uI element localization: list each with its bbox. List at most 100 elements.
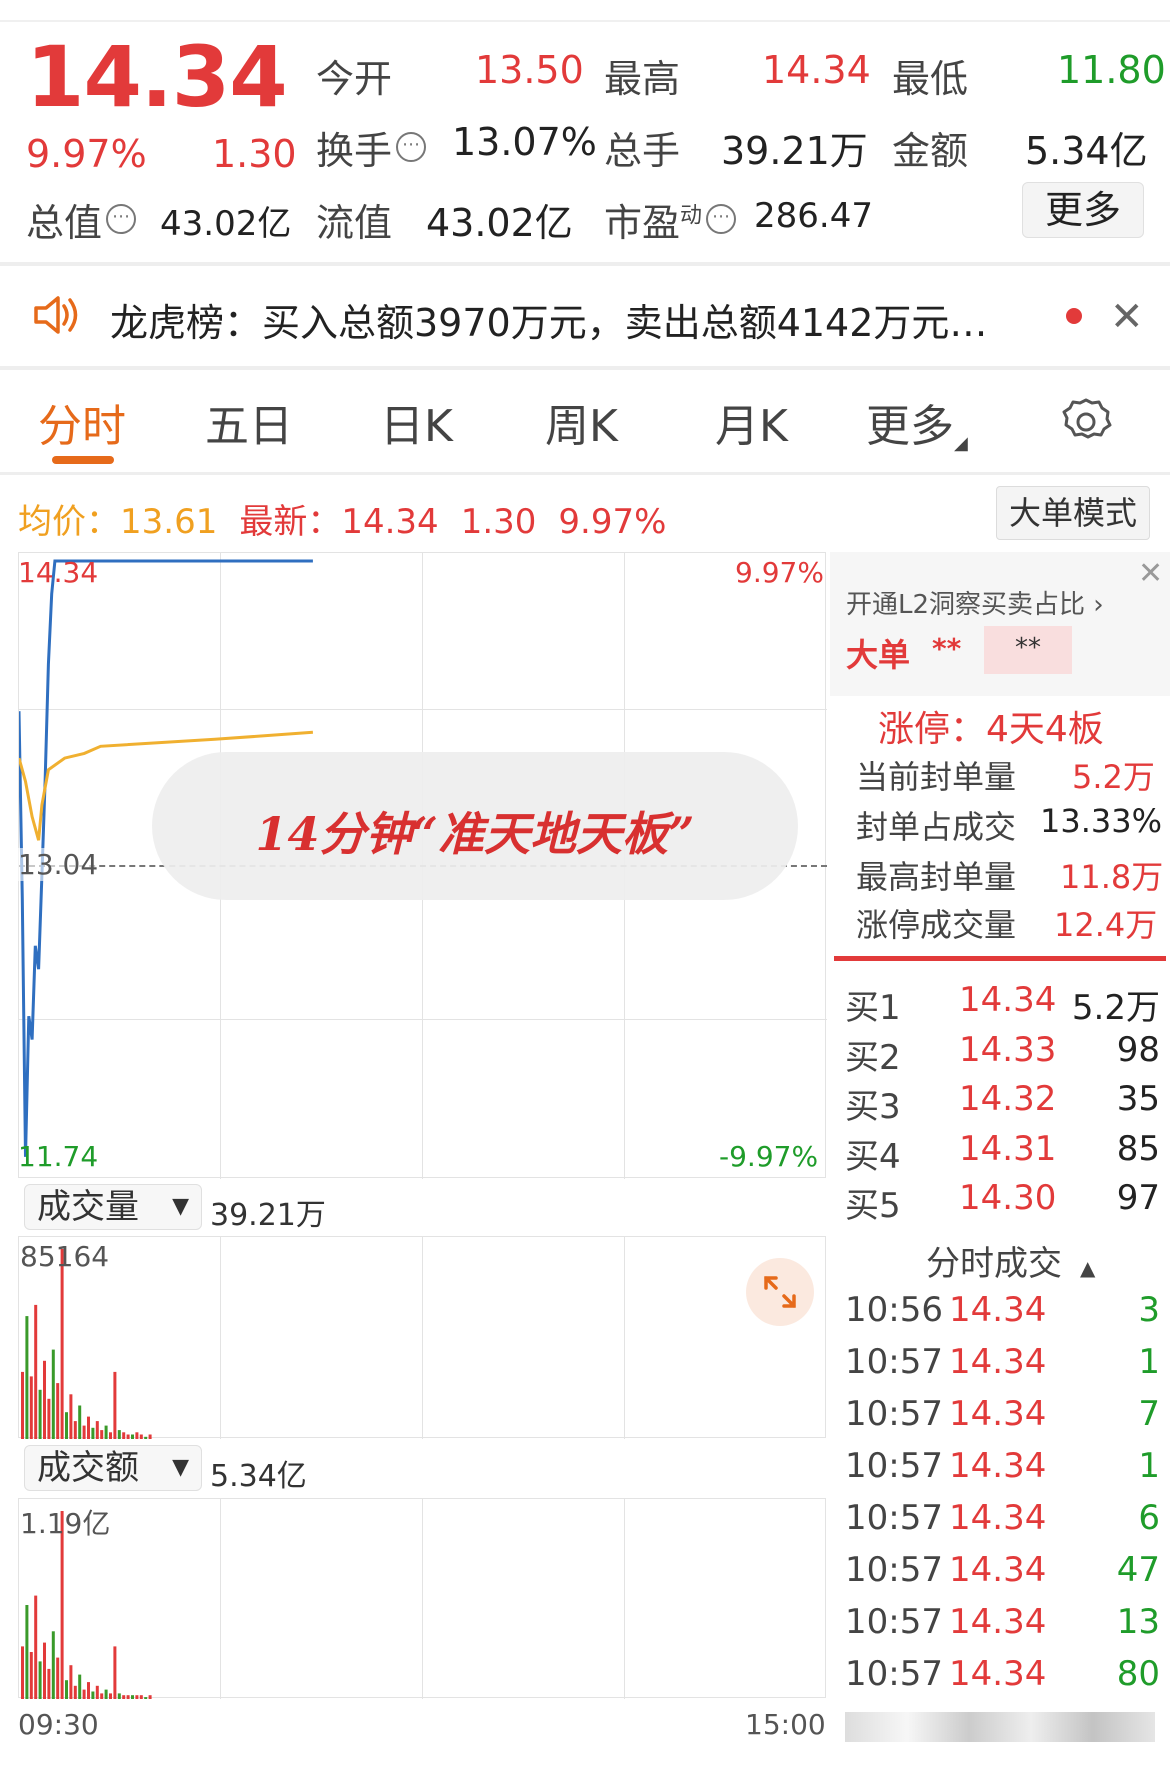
volume-bar: [126, 1434, 130, 1439]
volume-bar: [25, 1316, 29, 1439]
tab-five-day[interactable]: 五日: [205, 390, 293, 454]
notice-divider: [0, 366, 1170, 370]
tab-more[interactable]: 更多◢: [866, 390, 968, 454]
float-label: 流值: [316, 201, 393, 245]
bid-price: 14.30: [959, 1178, 1057, 1218]
open-label: 今开: [316, 57, 393, 101]
big-order-label: 大单: [846, 636, 911, 674]
tab-more-label: 更多: [866, 401, 954, 452]
trade-quantity: 3: [1138, 1290, 1160, 1330]
amount-max-label: 1.19亿: [20, 1507, 111, 1540]
pe-value: 286.47: [754, 196, 873, 236]
order-book-row: 买1 14.34 5.2万: [845, 980, 1160, 1028]
trade-price: 14.34: [949, 1550, 1047, 1590]
tab-daily-k[interactable]: 日K: [380, 390, 453, 454]
amount-bar: [21, 1646, 24, 1699]
trade-row: 10:56 14.34 3: [845, 1290, 1160, 1338]
trade-row: 10:57 14.34 7: [845, 1394, 1160, 1442]
volume-bar: [82, 1425, 86, 1439]
amount-bar: [73, 1685, 77, 1699]
info-icon[interactable]: ⋯: [396, 132, 427, 163]
volume-bar: [104, 1425, 108, 1439]
order-book-row: 买2 14.33 98: [845, 1030, 1160, 1078]
volume-bar: [51, 1349, 55, 1439]
trade-time: 10:57: [845, 1498, 943, 1538]
big-order-value-2: **: [984, 626, 1072, 674]
more-button[interactable]: 更多: [1022, 182, 1144, 238]
trade-price: 14.34: [949, 1394, 1047, 1434]
amount-bar: [91, 1691, 95, 1699]
trade-time: 10:57: [845, 1654, 943, 1694]
latest-change-pct: 9.97%: [558, 502, 667, 542]
latest-label: 最新：: [239, 502, 342, 542]
amount-bar: [51, 1631, 55, 1699]
close-icon[interactable]: ✕: [1138, 556, 1163, 591]
dropdown-arrow-icon: ▼: [172, 1194, 189, 1219]
trade-price: 14.34: [949, 1602, 1047, 1642]
volume-total: 39.21万: [210, 1198, 326, 1233]
volume-bar: [139, 1434, 143, 1439]
bid-price: 14.31: [959, 1128, 1057, 1169]
bid-quantity: 5.2万: [1071, 988, 1160, 1028]
pe-label: 市盈动 ⋯: [604, 192, 737, 247]
dropdown-triangle-icon: ◢: [954, 433, 968, 454]
amount-value: 5.34亿: [1025, 129, 1148, 173]
tab-intraday[interactable]: 分时: [38, 390, 126, 454]
bid-quantity: 97: [1116, 1178, 1160, 1218]
trade-row: 10:57 14.34 1: [845, 1446, 1160, 1494]
volume-bar: [144, 1436, 148, 1439]
l2-link-text: 开通L2洞察买卖占比: [846, 590, 1086, 620]
limit-up-title: 涨停：4天4板: [878, 709, 1104, 750]
limit-volume-value: 12.4万: [1054, 906, 1158, 944]
volume-bar: [109, 1432, 112, 1439]
volume-bar: [60, 1249, 64, 1439]
trade-row: 10:57 14.34 1: [845, 1342, 1160, 1390]
volume-bar: [135, 1432, 139, 1439]
amount-bar: [43, 1642, 46, 1699]
trade-time: 10:57: [845, 1394, 943, 1434]
low-value: 11.80: [1057, 48, 1166, 92]
change-amount: 1.30: [212, 132, 297, 176]
trade-time: 10:57: [845, 1602, 943, 1642]
time-start-label: 09:30: [18, 1708, 99, 1741]
amount-bar: [139, 1695, 143, 1699]
volume-chart: [18, 1236, 826, 1439]
trade-quantity: 6: [1138, 1498, 1160, 1538]
settings-gear-icon[interactable]: [1060, 396, 1112, 448]
amount-bar: [100, 1693, 104, 1699]
expand-button[interactable]: [746, 1258, 814, 1326]
l2-link[interactable]: 开通L2洞察买卖占比 ›: [846, 584, 1104, 621]
unread-dot: [1066, 308, 1082, 324]
amount-total: 5.34亿: [210, 1459, 307, 1494]
tab-weekly-k[interactable]: 周K: [545, 390, 618, 454]
close-icon[interactable]: ✕: [1110, 294, 1144, 340]
amount-bar: [25, 1605, 29, 1699]
notice-text[interactable]: 龙虎榜：买入总额3970万元，卖出总额4142万元…: [110, 292, 1030, 347]
avg-price-value: 13.61: [120, 502, 218, 542]
trades-title[interactable]: 分时成交 ▲: [926, 1236, 1095, 1285]
info-icon[interactable]: ⋯: [106, 204, 137, 235]
amount-select[interactable]: 成交额 ▼: [24, 1445, 202, 1491]
tab-monthly-k[interactable]: 月K: [715, 390, 788, 454]
active-tab-indicator: [52, 456, 114, 464]
amount-bar: [56, 1657, 60, 1699]
volume-select[interactable]: 成交量 ▼: [24, 1184, 202, 1230]
volume-bar: [91, 1427, 95, 1439]
volume-select-label: 成交量: [37, 1187, 139, 1227]
volume-bar: [56, 1383, 60, 1439]
big-order-mode-button[interactable]: 大单模式: [996, 486, 1150, 540]
low-label: 最低: [892, 57, 969, 101]
max-seal-label: 最高封单量: [856, 858, 1017, 896]
amount-bar: [117, 1693, 121, 1699]
trade-time: 10:57: [845, 1446, 943, 1486]
info-icon[interactable]: ⋯: [706, 204, 737, 235]
volume-bar: [38, 1389, 42, 1439]
volume-bar: [47, 1398, 51, 1439]
red-divider: [834, 956, 1166, 961]
amount-bar: [82, 1689, 86, 1699]
amount-bar: [65, 1680, 68, 1699]
turnover-label-text: 换手: [316, 129, 393, 173]
latest-value: 14.34: [341, 502, 439, 542]
trade-time: 10:56: [845, 1290, 943, 1330]
amount-bar: [87, 1682, 90, 1699]
